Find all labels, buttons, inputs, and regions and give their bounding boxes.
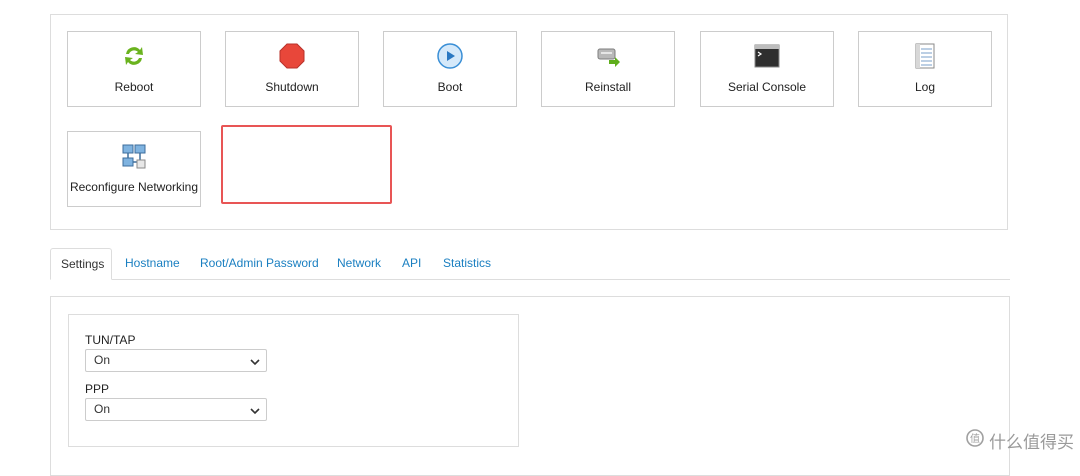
tuntap-value: On [94,353,111,367]
network-icon [120,142,148,170]
log-button[interactable]: Log [858,31,992,107]
boot-icon [436,42,464,70]
svg-text:值: 值 [970,432,980,445]
tab-settings[interactable]: Settings [50,248,112,280]
highlight-box [221,125,392,204]
tuntap-label: TUN/TAP [85,333,136,347]
serial-console-label: Serial Console [727,80,807,94]
reboot-icon [120,42,148,70]
watermark-text: 什么值得买 [989,433,1074,452]
settings-form: TUN/TAP On PPP On [68,314,519,447]
log-icon [911,42,939,70]
reconfigure-networking-label: Reconfigure Networking [69,180,199,194]
control-panel: Reboot Shutdown Boot Reinstall Serial Co… [50,14,1008,230]
tab-network[interactable]: Network [327,248,391,280]
serial-console-button[interactable]: Serial Console [700,31,834,107]
reconfigure-networking-button[interactable]: Reconfigure Networking [67,131,201,207]
chevron-down-icon [249,403,261,415]
settings-panel: TUN/TAP On PPP On [50,296,1010,476]
reinstall-label: Reinstall [584,80,632,94]
ppp-value: On [94,402,111,416]
tab-root-admin-password[interactable]: Root/Admin Password [190,248,329,280]
reinstall-button[interactable]: Reinstall [541,31,675,107]
tuntap-select[interactable]: On [85,349,267,372]
reboot-label: Reboot [114,80,154,94]
console-icon [753,42,781,70]
boot-button[interactable]: Boot [383,31,517,107]
boot-label: Boot [437,80,463,94]
log-label: Log [914,80,936,94]
watermark: 值 什么值得买 [965,428,1074,453]
watermark-logo-icon: 值 [965,428,985,453]
tab-statistics[interactable]: Statistics [433,248,501,280]
tab-api[interactable]: API [392,248,431,280]
reinstall-icon [594,42,622,70]
shutdown-icon [278,42,306,70]
ppp-label: PPP [85,382,110,396]
shutdown-label: Shutdown [265,80,319,94]
tab-bar: Settings Hostname Root/Admin Password Ne… [50,248,1010,280]
ppp-select[interactable]: On [85,398,267,421]
chevron-down-icon [249,354,261,366]
reboot-button[interactable]: Reboot [67,31,201,107]
shutdown-button[interactable]: Shutdown [225,31,359,107]
tab-hostname[interactable]: Hostname [115,248,190,280]
